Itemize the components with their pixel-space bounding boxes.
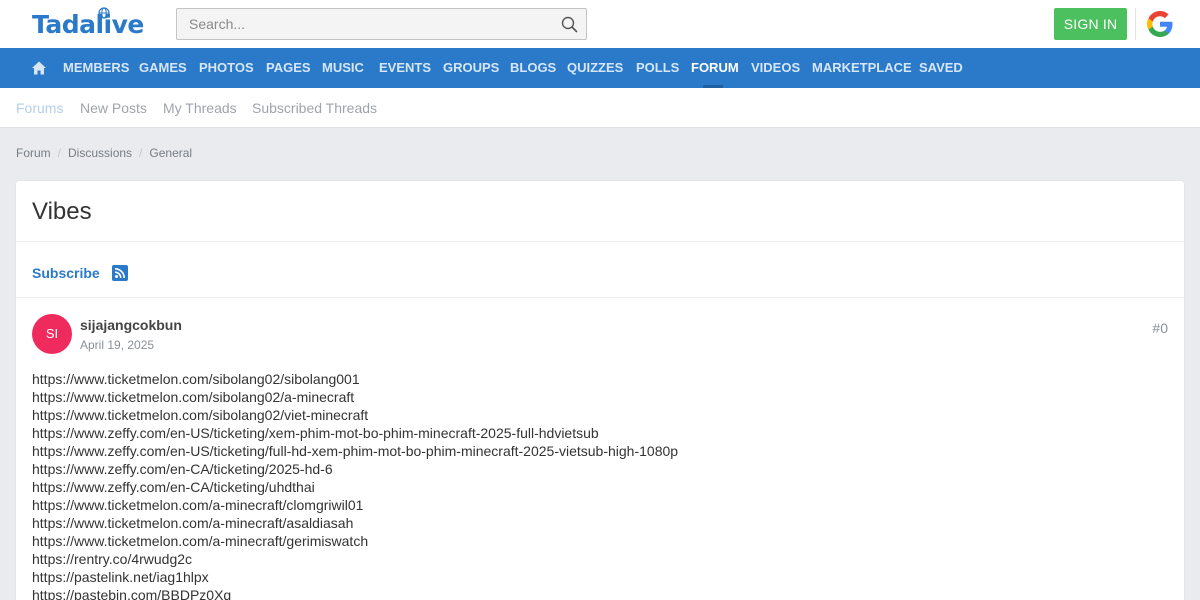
top-bar: Tadalive SIGN IN xyxy=(0,0,1200,48)
search-box[interactable] xyxy=(176,8,587,40)
thread-title: Vibes xyxy=(32,198,92,225)
post-line: https://www.zeffy.com/en-US/ticketing/xe… xyxy=(32,425,599,441)
post-number[interactable]: #0 xyxy=(1152,320,1168,336)
post-author[interactable]: sijajangcokbun xyxy=(80,317,182,333)
breadcrumb-separator: / xyxy=(57,146,62,160)
forum-subnav: Forums New Posts My Threads Subscribed T… xyxy=(0,88,1200,128)
breadcrumb-general[interactable]: General xyxy=(149,146,192,160)
nav-events[interactable]: EVENTS xyxy=(379,48,431,88)
post-line: https://www.zeffy.com/en-US/ticketing/fu… xyxy=(32,443,679,459)
avatar[interactable]: SI xyxy=(32,314,72,354)
post-line: https://www.ticketmelon.com/sibolang02/v… xyxy=(32,407,369,423)
post-line: https://www.ticketmelon.com/a-minecraft/… xyxy=(32,515,354,531)
nav-polls[interactable]: POLLS xyxy=(636,48,679,88)
home-icon[interactable] xyxy=(31,60,47,76)
nav-photos[interactable]: PHOTOS xyxy=(199,48,254,88)
post-line: https://rentry.co/4rwudg2c xyxy=(32,551,193,567)
nav-music[interactable]: MUSIC xyxy=(322,48,364,88)
breadcrumb-separator: / xyxy=(139,146,143,160)
breadcrumb: Forum / Discussions / General xyxy=(16,146,192,160)
nav-groups[interactable]: GROUPS xyxy=(443,48,499,88)
google-icon[interactable] xyxy=(1144,8,1176,40)
logo[interactable]: Tadalive xyxy=(32,7,144,40)
breadcrumb-discussions[interactable]: Discussions xyxy=(68,146,132,160)
subnav-new-posts[interactable]: New Posts xyxy=(80,88,147,128)
nav-forum[interactable]: FORUM xyxy=(691,48,739,88)
post-line: https://www.zeffy.com/en-CA/ticketing/20… xyxy=(32,461,333,477)
subscribe-button[interactable]: Subscribe xyxy=(32,265,100,281)
logo-text: Tadalive xyxy=(32,10,144,39)
divider xyxy=(16,241,1184,242)
header-divider xyxy=(1135,8,1136,40)
divider xyxy=(16,297,1184,298)
nav-marketplace[interactable]: MARKETPLACE xyxy=(812,48,912,88)
sign-in-button[interactable]: SIGN IN xyxy=(1054,8,1127,40)
search-icon[interactable] xyxy=(561,16,578,33)
post-line: https://www.ticketmelon.com/a-minecraft/… xyxy=(32,497,364,513)
post-line: https://pastebin.com/BBDPz0Xq xyxy=(32,587,232,600)
post-date: April 19, 2025 xyxy=(80,338,155,352)
nav-saved[interactable]: SAVED xyxy=(919,48,963,88)
subnav-subscribed-threads[interactable]: Subscribed Threads xyxy=(252,88,377,128)
post-line: https://www.ticketmelon.com/sibolang02/a… xyxy=(32,389,355,405)
post-line: https://www.ticketmelon.com/sibolang02/s… xyxy=(32,371,360,387)
subnav-my-threads[interactable]: My Threads xyxy=(163,88,237,128)
subnav-forums[interactable]: Forums xyxy=(16,88,63,128)
nav-blogs[interactable]: BLOGS xyxy=(510,48,556,88)
main-nav: MEMBERS GAMES PHOTOS PAGES MUSIC EVENTS … xyxy=(0,48,1200,88)
post-line: https://www.ticketmelon.com/a-minecraft/… xyxy=(32,533,369,549)
nav-members[interactable]: MEMBERS xyxy=(63,48,129,88)
nav-quizzes[interactable]: QUIZZES xyxy=(567,48,623,88)
globe-icon xyxy=(98,7,110,19)
rss-icon[interactable] xyxy=(112,265,128,281)
search-input[interactable] xyxy=(177,9,537,39)
post-line: https://pastelink.net/iag1hlpx xyxy=(32,569,209,585)
nav-videos[interactable]: VIDEOS xyxy=(751,48,800,88)
breadcrumb-forum[interactable]: Forum xyxy=(16,146,51,160)
nav-games[interactable]: GAMES xyxy=(139,48,187,88)
post-line: https://www.zeffy.com/en-CA/ticketing/uh… xyxy=(32,479,315,495)
thread-card: Vibes Subscribe SI sijajangcokbun April … xyxy=(16,181,1184,600)
post-body: https://www.ticketmelon.com/sibolang02/s… xyxy=(32,370,678,600)
nav-pages[interactable]: PAGES xyxy=(266,48,311,88)
